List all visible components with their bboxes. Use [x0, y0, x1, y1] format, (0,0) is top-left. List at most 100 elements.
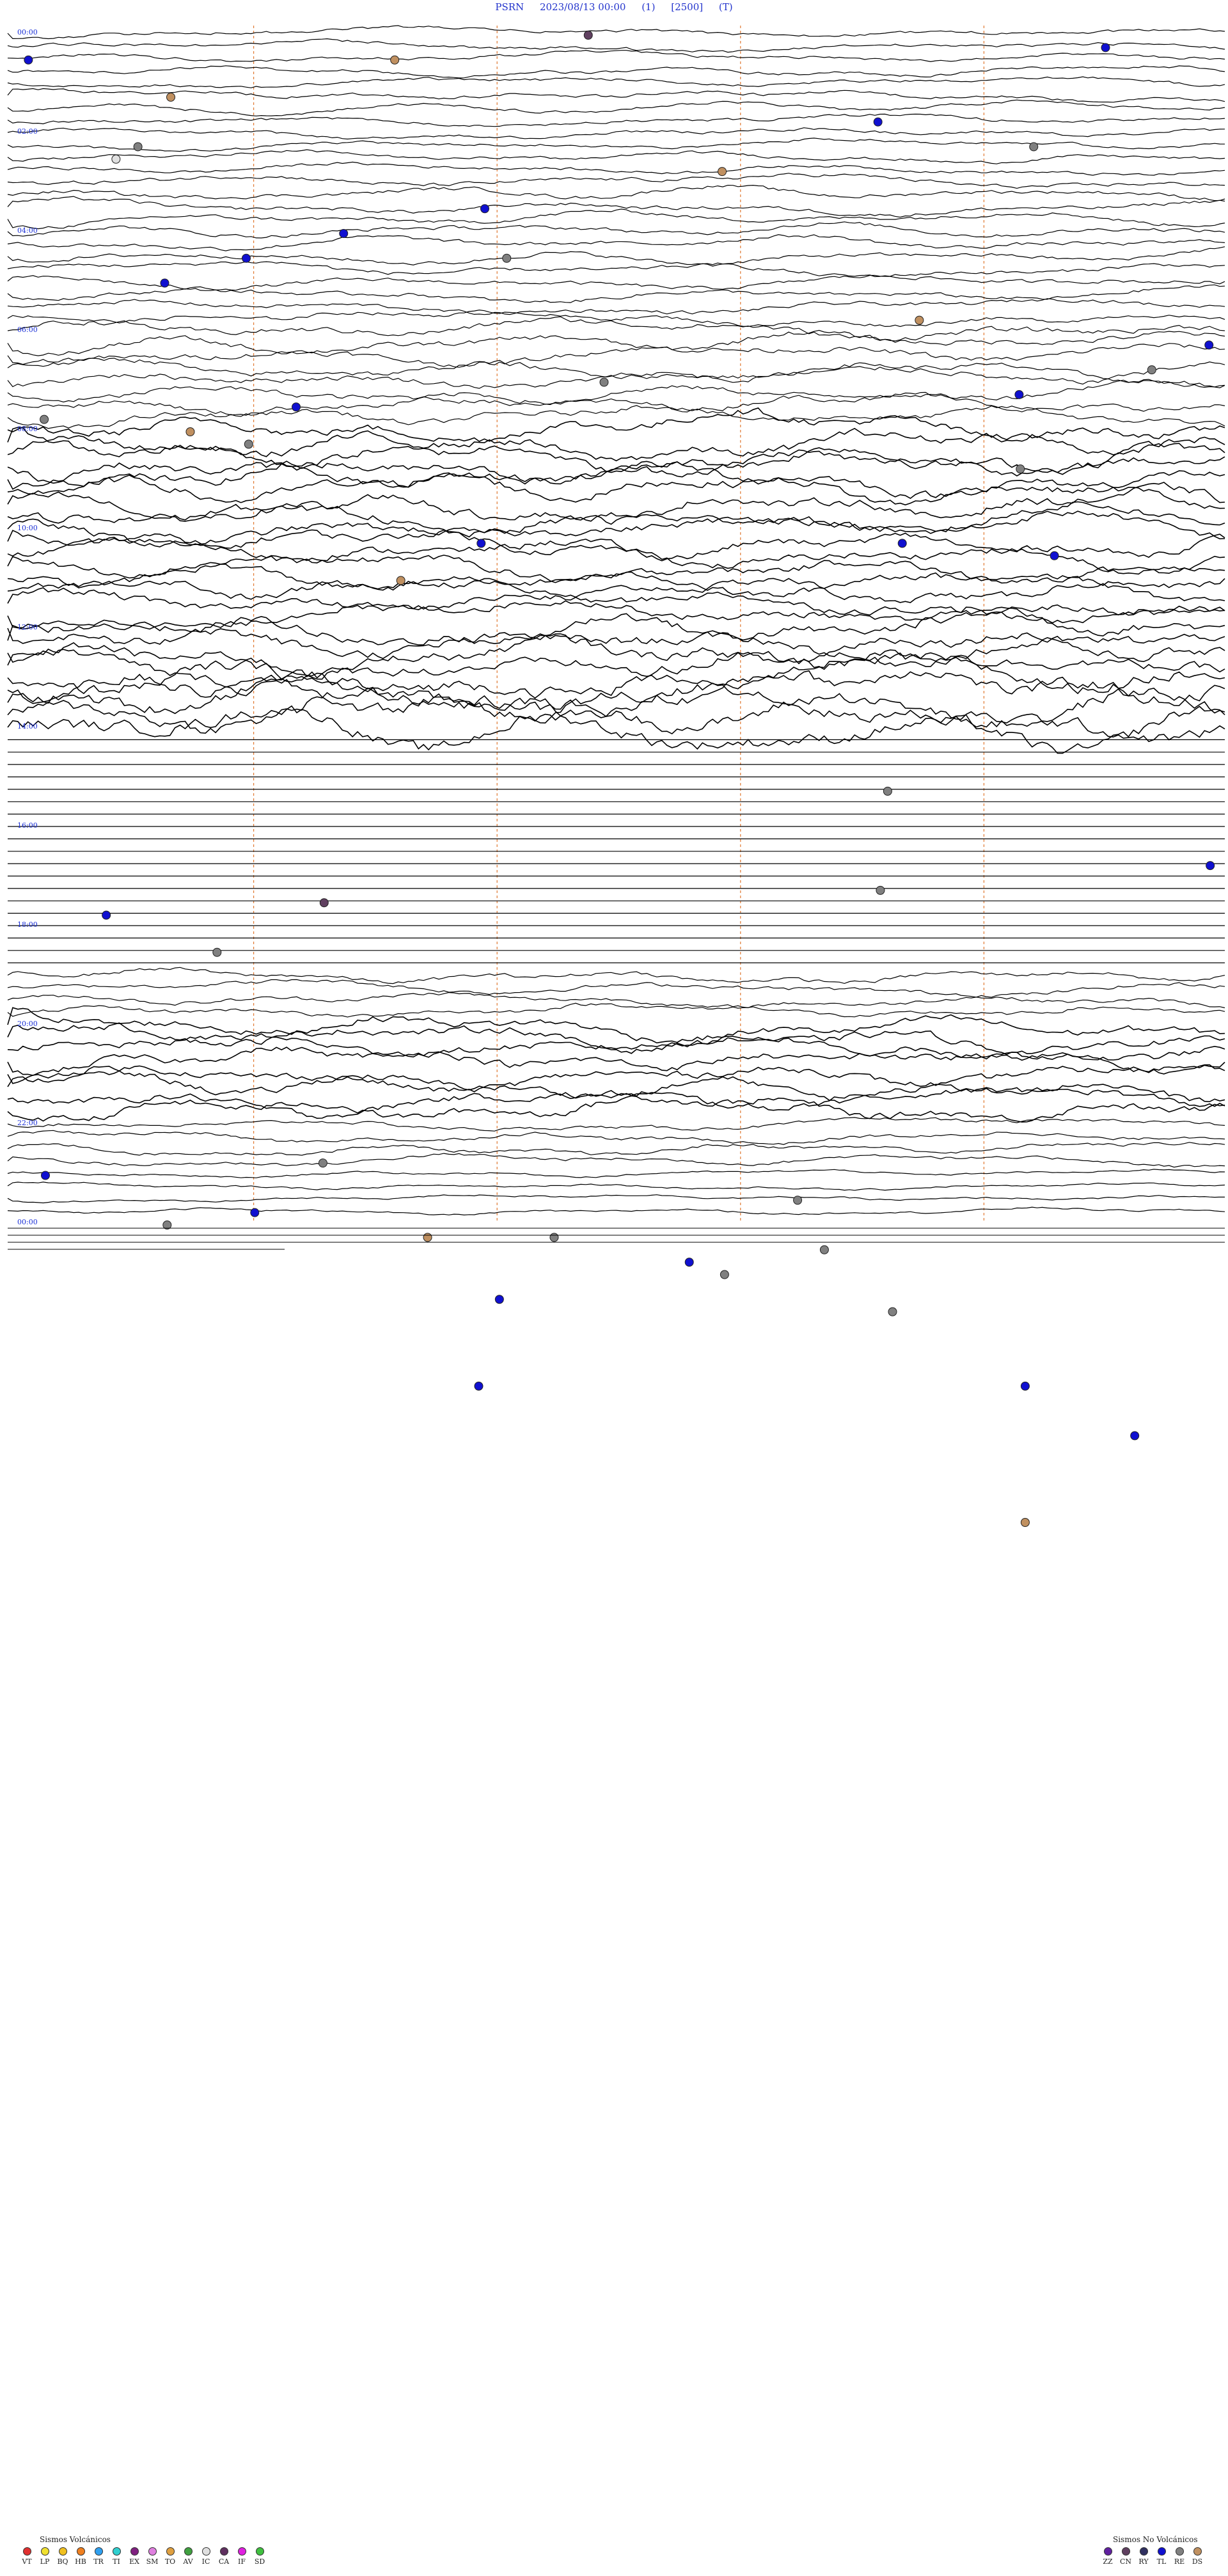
legend-dot-icon [94, 2547, 103, 2556]
trace-line [7, 234, 1225, 251]
legend-item-if: IF [234, 2547, 249, 2566]
trace-line [7, 1153, 1225, 1168]
trace-line [7, 38, 1225, 53]
legend-code: TI [113, 2557, 120, 2566]
legend-dot-icon [22, 2547, 31, 2556]
seismogram-plot [7, 25, 1225, 1527]
event-marker-tl [102, 910, 111, 920]
time-label: 18:00 [17, 921, 38, 929]
event-marker-re [40, 415, 49, 424]
legend-dot-icon [1121, 2547, 1130, 2556]
event-marker-tl [1020, 1381, 1030, 1391]
event-marker-re [549, 1233, 559, 1242]
trace-line [7, 246, 1225, 265]
legend-item-zz: ZZ [1100, 2547, 1115, 2566]
trace-line [7, 1117, 1225, 1132]
event-marker-re [502, 253, 512, 263]
legend-item-av: AV [180, 2547, 196, 2566]
legend-code: AV [183, 2557, 193, 2566]
trace-line [7, 274, 1225, 291]
event-marker-tl [241, 253, 251, 263]
time-label: 00:00 [17, 1218, 38, 1226]
event-marker-tl [684, 1258, 694, 1267]
legend-code: BQ [57, 2557, 68, 2566]
legend-dot-icon [76, 2547, 85, 2556]
trace-line [7, 49, 1225, 63]
trace-line [7, 1061, 1225, 1093]
event-marker-ds [915, 315, 924, 325]
trace-line [7, 88, 1225, 103]
legend-code: TR [93, 2557, 104, 2566]
trace-line [7, 343, 1225, 368]
legend-dot-icon [201, 2547, 210, 2556]
trace-line [7, 979, 1225, 998]
trace-line [7, 533, 1225, 571]
legend-dot-icon [58, 2547, 67, 2556]
event-marker-tl [250, 1208, 260, 1217]
event-marker-tl [24, 55, 33, 65]
legend-dot-icon [184, 2547, 193, 2556]
event-marker-ds [718, 167, 727, 177]
legend-code: EX [129, 2557, 139, 2566]
legend-item-tr: TR [91, 2547, 106, 2566]
trace-line [7, 298, 1225, 315]
trace-line [7, 500, 1225, 538]
trace-line [7, 564, 1225, 597]
trace-line [7, 196, 1225, 218]
trace-line [7, 221, 1225, 239]
legend-dot-icon [1157, 2547, 1166, 2556]
event-marker-tl [40, 1171, 50, 1180]
legend-dot-icon [130, 2547, 139, 2556]
legend-dot-icon [1193, 2547, 1202, 2556]
time-label: 08:00 [17, 425, 38, 433]
legend-item-ex: EX [127, 2547, 142, 2566]
legend-dot-icon [237, 2547, 246, 2556]
legend-code: SD [254, 2557, 265, 2566]
event-marker-ds [390, 55, 400, 65]
trace-line [7, 1181, 1225, 1191]
event-marker-cn [583, 31, 593, 40]
trace-line [7, 472, 1225, 509]
trace-line [7, 173, 1225, 189]
legend-item-lp: LP [37, 2547, 52, 2566]
record-mode: (T) [718, 1, 733, 13]
legend-item-ca: CA [216, 2547, 232, 2566]
event-marker-re [244, 439, 253, 449]
trace-line [7, 1002, 1225, 1018]
legend-code: CN [1119, 2557, 1132, 2566]
event-marker-tl [1050, 551, 1059, 560]
time-label: 22:00 [17, 1119, 38, 1127]
scale-value: [2500] [671, 1, 704, 13]
trace-line [7, 669, 1225, 728]
trace-line [7, 25, 1225, 40]
trace-line [7, 967, 1225, 984]
event-marker-tl [292, 402, 301, 412]
event-marker-re [876, 885, 885, 895]
event-marker-tl [339, 229, 349, 238]
event-marker-re [1147, 365, 1156, 375]
trace-line [7, 529, 1225, 562]
legend-code: CA [218, 2557, 230, 2566]
event-marker-tl [1204, 340, 1214, 350]
legend-code: LP [40, 2557, 50, 2566]
event-marker-ds [396, 576, 405, 585]
trace-line [7, 209, 1225, 230]
channel-code: (1) [642, 1, 656, 13]
trace-line [7, 670, 1225, 724]
legend-item-cn: CN [1118, 2547, 1133, 2566]
legend-code: SM [146, 2557, 159, 2566]
legend-item-re: RE [1172, 2547, 1187, 2566]
time-label: 02:00 [17, 127, 38, 136]
trace-line [7, 576, 1225, 603]
nonvolcanic-legend: ZZ CN RY TL RE DS [1100, 2547, 1205, 2566]
time-label: 04:00 [17, 226, 38, 235]
legend-item-ti: TI [109, 2547, 124, 2566]
trace-line [7, 482, 1225, 525]
legend-dot-icon [148, 2547, 157, 2556]
event-marker-ds [185, 427, 195, 436]
event-marker-re [819, 1245, 829, 1254]
trace-line [7, 1033, 1225, 1061]
legend-item-ds: DS [1190, 2547, 1205, 2566]
legend-dot-icon [112, 2547, 121, 2556]
event-marker-tl [873, 117, 883, 127]
